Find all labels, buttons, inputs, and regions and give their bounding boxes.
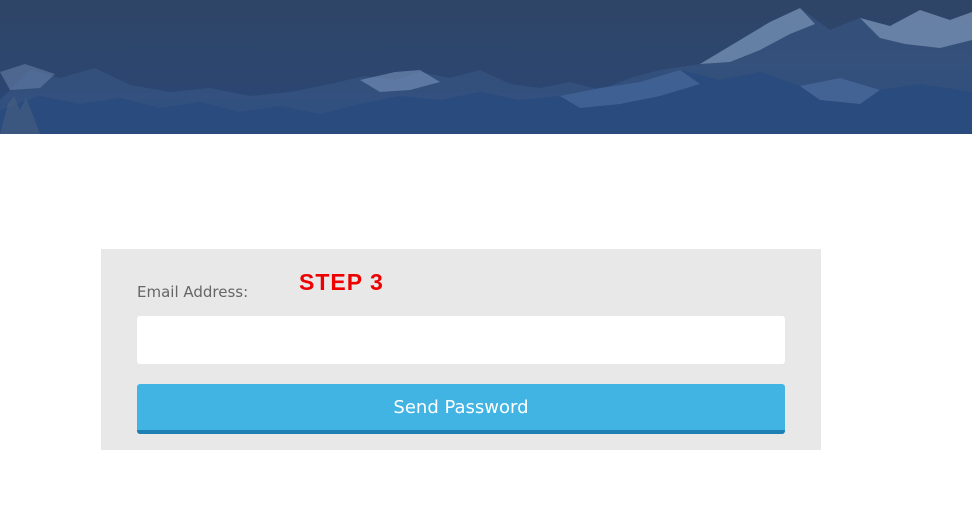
- email-input[interactable]: [137, 316, 785, 364]
- step-annotation: STEP 3: [299, 269, 384, 295]
- send-password-button[interactable]: Send Password: [137, 384, 785, 434]
- forgot-password-form: Email Address: STEP 3 Send Password: [101, 249, 821, 450]
- email-label: Email Address:: [137, 283, 249, 301]
- mountain-landscape-image: [0, 8, 972, 134]
- hero-banner: [0, 0, 972, 134]
